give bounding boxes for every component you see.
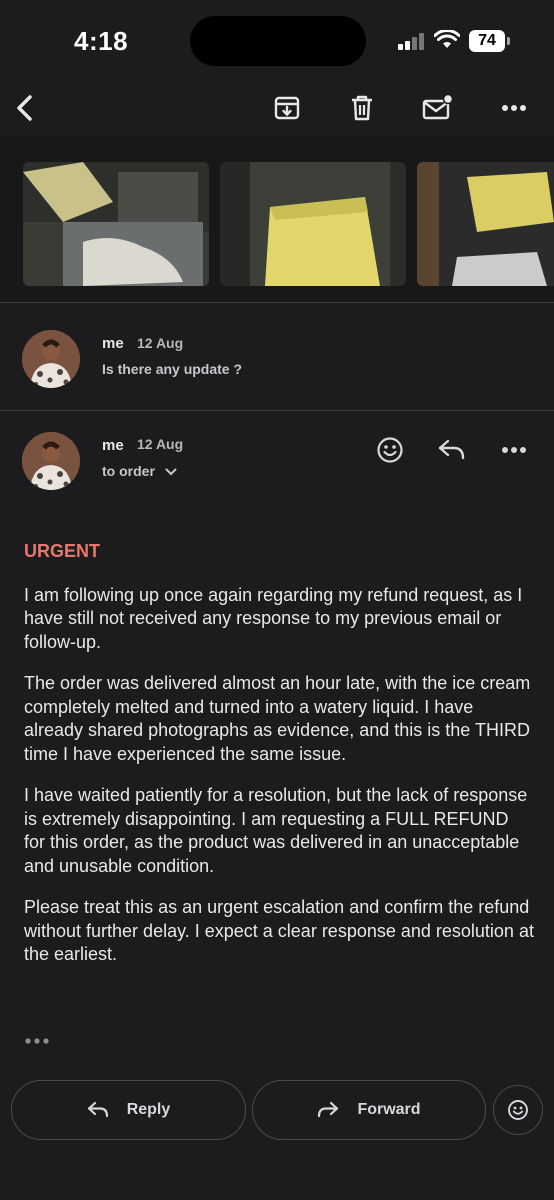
avatar <box>22 330 80 388</box>
reply-label: Reply <box>126 1101 171 1118</box>
recipient-label: to order <box>102 463 155 479</box>
forward-icon <box>318 1101 339 1118</box>
attachment-thumbnail-2[interactable] <box>220 162 406 286</box>
emoji-reaction-button[interactable] <box>493 1085 543 1135</box>
message-sender: me <box>102 437 124 454</box>
chevron-down-icon <box>165 468 177 476</box>
attachment-thumbnail-3[interactable] <box>417 162 554 286</box>
forward-label: Forward <box>357 1101 421 1118</box>
status-bar: 4:18 74 <box>0 0 554 80</box>
divider <box>0 410 554 411</box>
status-time: 4:18 <box>74 26 129 56</box>
email-toolbar <box>0 80 554 136</box>
emoji-icon <box>508 1100 528 1120</box>
body-paragraph: Please treat this as an urgent escalatio… <box>24 897 534 964</box>
message-more-icon[interactable] <box>494 430 534 470</box>
divider <box>0 302 554 303</box>
reply-button[interactable]: Reply <box>11 1080 246 1140</box>
body-paragraph: I am following up once again regarding m… <box>24 584 523 652</box>
mark-unread-icon[interactable] <box>416 86 460 130</box>
wifi-icon <box>434 30 460 48</box>
more-icon[interactable] <box>492 86 536 130</box>
add-reaction-icon[interactable] <box>370 430 410 470</box>
body-paragraph: I have waited patiently for a resolution… <box>24 785 528 876</box>
attachment-strip <box>0 137 554 302</box>
avatar <box>22 432 80 490</box>
recipient-details-toggle[interactable]: to order <box>102 463 177 479</box>
back-arrow-icon[interactable] <box>2 86 46 130</box>
battery-tip <box>507 37 510 45</box>
message-sender: me <box>102 335 124 352</box>
message-date: 12 Aug <box>137 436 184 452</box>
reply-icon <box>87 1101 108 1118</box>
battery-icon: 74 <box>469 30 505 52</box>
body-paragraph: The order was delivered almost an hour l… <box>24 673 531 764</box>
message-date: 12 Aug <box>137 335 184 351</box>
message-snippet: Is there any update ? <box>102 361 243 377</box>
urgent-label: URGENT <box>24 541 100 561</box>
attachment-thumbnail-1[interactable] <box>23 162 209 286</box>
show-trimmed-content-icon[interactable] <box>24 1034 50 1053</box>
cellular-signal-icon <box>398 32 426 50</box>
dynamic-island <box>190 16 366 66</box>
archive-icon[interactable] <box>265 86 309 130</box>
reply-icon[interactable] <box>432 430 472 470</box>
delete-icon[interactable] <box>340 86 384 130</box>
message-body: URGENT I am following up once again rega… <box>24 540 534 985</box>
forward-button[interactable]: Forward <box>252 1080 486 1140</box>
